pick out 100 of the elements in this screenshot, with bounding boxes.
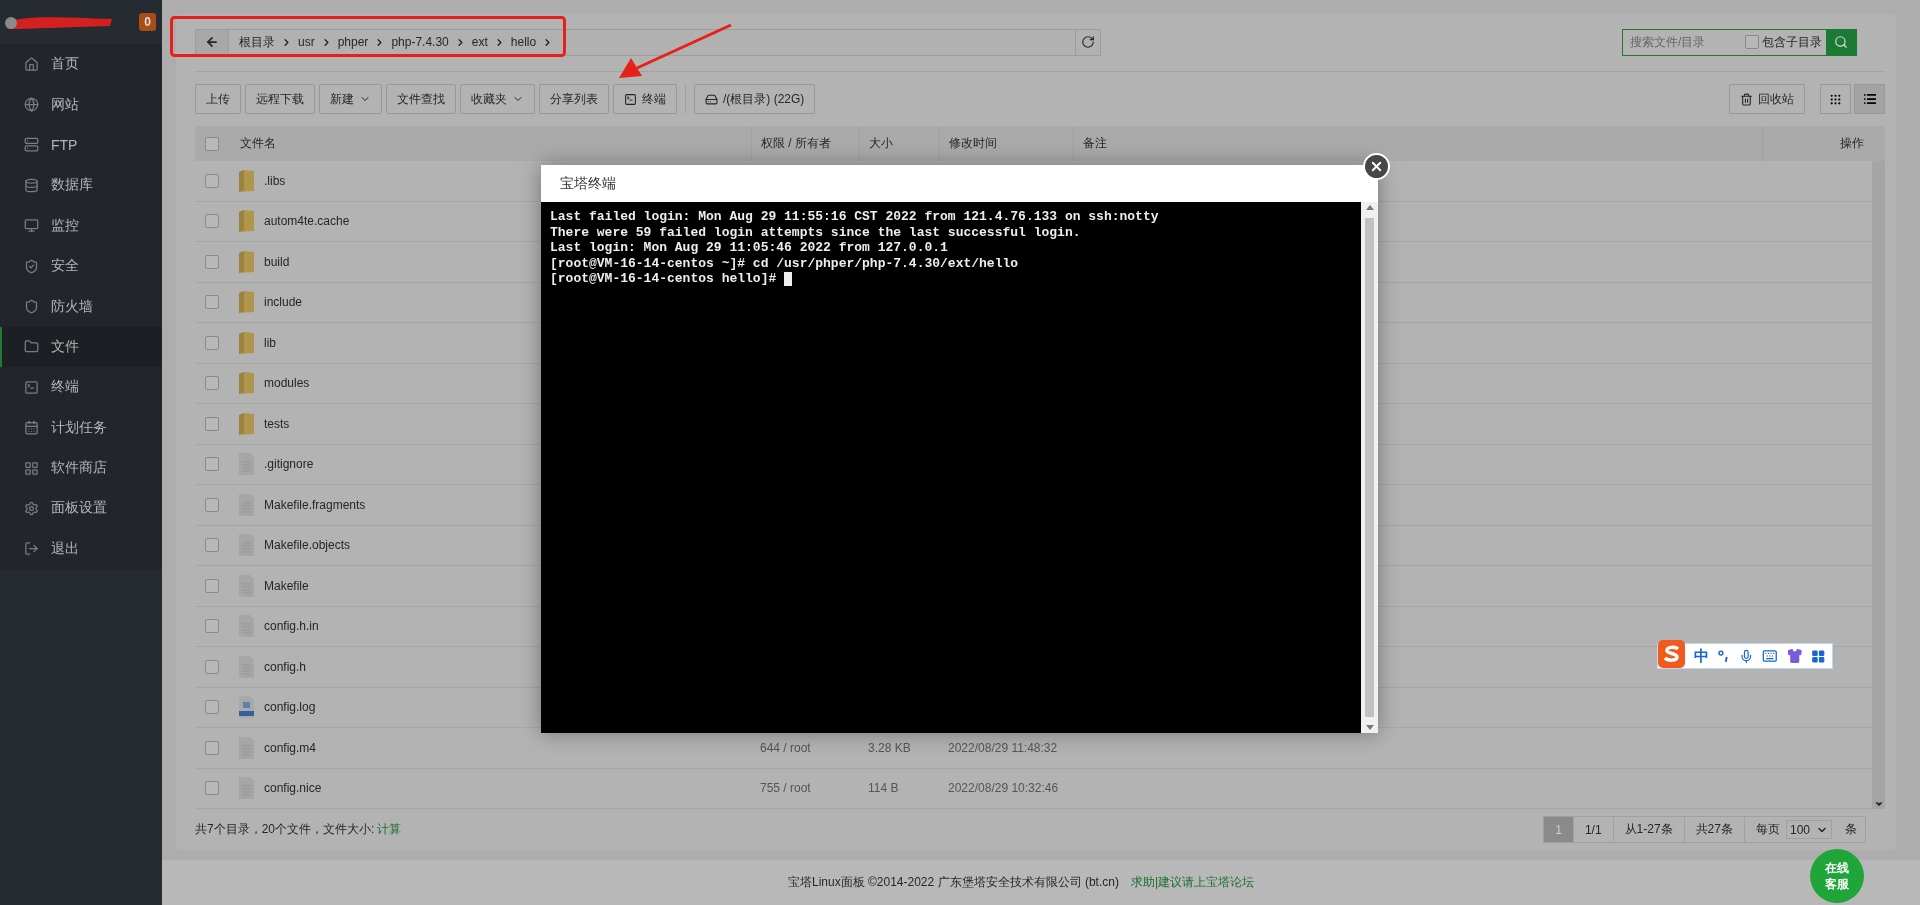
checkbox[interactable] bbox=[205, 740, 219, 755]
toolbar-button[interactable]: 收藏夹 bbox=[460, 84, 535, 114]
breadcrumb-link[interactable]: php-7.4.30 bbox=[391, 35, 449, 49]
monitor-icon bbox=[24, 218, 39, 234]
scroll-down-icon bbox=[1873, 799, 1884, 809]
file-name[interactable]: config.h.in bbox=[264, 619, 319, 634]
file-name[interactable]: build bbox=[264, 254, 290, 269]
search-field[interactable]: 搜索文件/目录 包含子目录 bbox=[1622, 28, 1857, 56]
checkbox[interactable] bbox=[205, 254, 219, 269]
checkbox[interactable] bbox=[205, 578, 219, 593]
chevron-right-icon bbox=[281, 36, 292, 48]
file-name[interactable]: config.m4 bbox=[264, 740, 317, 755]
terminal-line: Last login: Mon Aug 29 11:05:46 2022 from 127.0.0.1 bbox=[550, 240, 948, 256]
page-count: 1/1 bbox=[1573, 817, 1614, 842]
toolbar-button[interactable]: 文件查找 bbox=[386, 84, 456, 114]
list-view-button[interactable] bbox=[1854, 84, 1885, 114]
file-name[interactable]: Makefile bbox=[264, 578, 309, 593]
punctuation-icon[interactable] bbox=[1718, 649, 1730, 663]
toolbar-button[interactable]: 新建 bbox=[319, 84, 382, 114]
breadcrumb-link[interactable]: 根目录 bbox=[239, 33, 275, 51]
checkbox[interactable] bbox=[205, 538, 219, 553]
keyboard-icon[interactable] bbox=[1762, 648, 1778, 664]
sidebar-item[interactable]: 监控 bbox=[0, 205, 162, 246]
checkbox[interactable] bbox=[205, 335, 219, 350]
folder-icon bbox=[238, 372, 255, 395]
sidebar-item[interactable]: 数据库 bbox=[0, 165, 162, 206]
server-icon bbox=[24, 137, 39, 153]
checkbox[interactable] bbox=[205, 173, 219, 188]
checkbox[interactable] bbox=[205, 700, 219, 715]
file-summary: 共7个目录，20个文件，文件大小: bbox=[195, 821, 375, 838]
grid-icon bbox=[1829, 92, 1842, 106]
grid-icon bbox=[24, 460, 39, 476]
folder-icon bbox=[238, 291, 255, 314]
sidebar-item[interactable]: 退出 bbox=[0, 528, 162, 570]
home-icon bbox=[24, 56, 39, 72]
terminal-line: Last failed login: Mon Aug 29 11:55:16 CST 2022 from 121.4.76.133 on ssh:notty bbox=[550, 209, 1159, 225]
toolbar-button[interactable]: 分享列表 bbox=[539, 84, 609, 114]
input-mode[interactable]: 中 bbox=[1694, 646, 1710, 666]
toolbar-button[interactable]: 上传 bbox=[195, 84, 241, 114]
toolbar-button[interactable]: 终端 bbox=[613, 84, 677, 114]
checkbox[interactable] bbox=[205, 214, 219, 229]
checkbox[interactable] bbox=[205, 659, 219, 674]
sidebar-item[interactable]: 软件商店 bbox=[0, 447, 162, 489]
table-cell-text: 2022/08/29 11:48:32 bbox=[947, 740, 1059, 755]
terminal-icon bbox=[624, 92, 637, 106]
sidebar-item[interactable]: 面板设置 bbox=[0, 488, 162, 529]
checkbox[interactable] bbox=[205, 497, 219, 512]
checkbox[interactable] bbox=[205, 295, 219, 310]
grid-view-button[interactable] bbox=[1820, 84, 1851, 114]
checkbox[interactable] bbox=[205, 781, 219, 796]
microphone-icon[interactable] bbox=[1738, 648, 1754, 664]
sidebar-item[interactable]: 防火墙 bbox=[0, 286, 162, 327]
recycle-bin-button[interactable]: 回收站 bbox=[1729, 84, 1805, 114]
shield-icon bbox=[24, 299, 39, 315]
sidebar-item[interactable]: 文件 bbox=[0, 326, 162, 368]
close-icon bbox=[1369, 159, 1384, 174]
file-name[interactable]: Makefile.objects bbox=[264, 538, 351, 553]
search-button[interactable] bbox=[1826, 29, 1856, 55]
checkbox[interactable] bbox=[205, 416, 219, 431]
globe-icon bbox=[24, 97, 39, 113]
sidebar-item[interactable]: 安全 bbox=[0, 245, 162, 287]
table-cell-text: 2022/08/29 10:32:46 bbox=[947, 781, 1060, 796]
file-name[interactable]: lib bbox=[264, 335, 276, 350]
file-name[interactable]: Makefile.fragments bbox=[264, 497, 366, 512]
subdirectory-checkbox[interactable]: 包含子目录 bbox=[1745, 29, 1826, 55]
file-name[interactable]: tests bbox=[264, 416, 290, 431]
grid-icon[interactable] bbox=[1811, 648, 1826, 664]
checkbox[interactable] bbox=[205, 457, 219, 472]
back-button[interactable] bbox=[196, 29, 229, 55]
breadcrumb-link[interactable]: phper bbox=[337, 35, 369, 49]
per-page-select[interactable]: 100 bbox=[1785, 820, 1832, 839]
search-icon bbox=[1834, 35, 1848, 49]
file-name[interactable]: .libs bbox=[264, 173, 286, 188]
sidebar-item[interactable]: FTP bbox=[0, 124, 162, 166]
per-page-label: 每页 bbox=[1754, 821, 1781, 838]
breadcrumb-link[interactable]: ext bbox=[471, 35, 488, 49]
disk-button[interactable]: /(根目录) (22G) bbox=[694, 84, 816, 114]
file-name[interactable]: autom4te.cache bbox=[264, 214, 350, 229]
sidebar-item[interactable]: 终端 bbox=[0, 367, 162, 408]
sidebar-item[interactable]: 网站 bbox=[0, 84, 162, 125]
scrollbar[interactable] bbox=[1872, 161, 1885, 809]
sidebar-item[interactable]: 计划任务 bbox=[0, 407, 162, 448]
toolbar-button[interactable]: 远程下载 bbox=[245, 84, 315, 114]
scrollbar[interactable] bbox=[1361, 202, 1378, 733]
file-name[interactable]: config.log bbox=[264, 700, 316, 715]
sidebar-item[interactable]: 首页 bbox=[0, 44, 162, 85]
file-name[interactable]: include bbox=[264, 295, 303, 310]
file-name[interactable]: config.nice bbox=[264, 781, 322, 796]
breadcrumb-link[interactable]: hello bbox=[510, 35, 537, 49]
checkbox[interactable] bbox=[205, 619, 219, 634]
breadcrumb-link[interactable]: usr bbox=[298, 35, 315, 49]
table-cell-text: 114 B bbox=[867, 781, 900, 796]
settings-icon bbox=[24, 501, 39, 516]
table-cell-text: 755 / root bbox=[759, 781, 812, 796]
checkbox[interactable] bbox=[205, 136, 219, 151]
checkbox[interactable] bbox=[205, 376, 219, 391]
file-name[interactable]: config.h bbox=[264, 659, 307, 674]
file-name[interactable]: .gitignore bbox=[264, 457, 314, 472]
shirt-icon[interactable] bbox=[1786, 648, 1803, 664]
file-name[interactable]: modules bbox=[264, 376, 310, 391]
